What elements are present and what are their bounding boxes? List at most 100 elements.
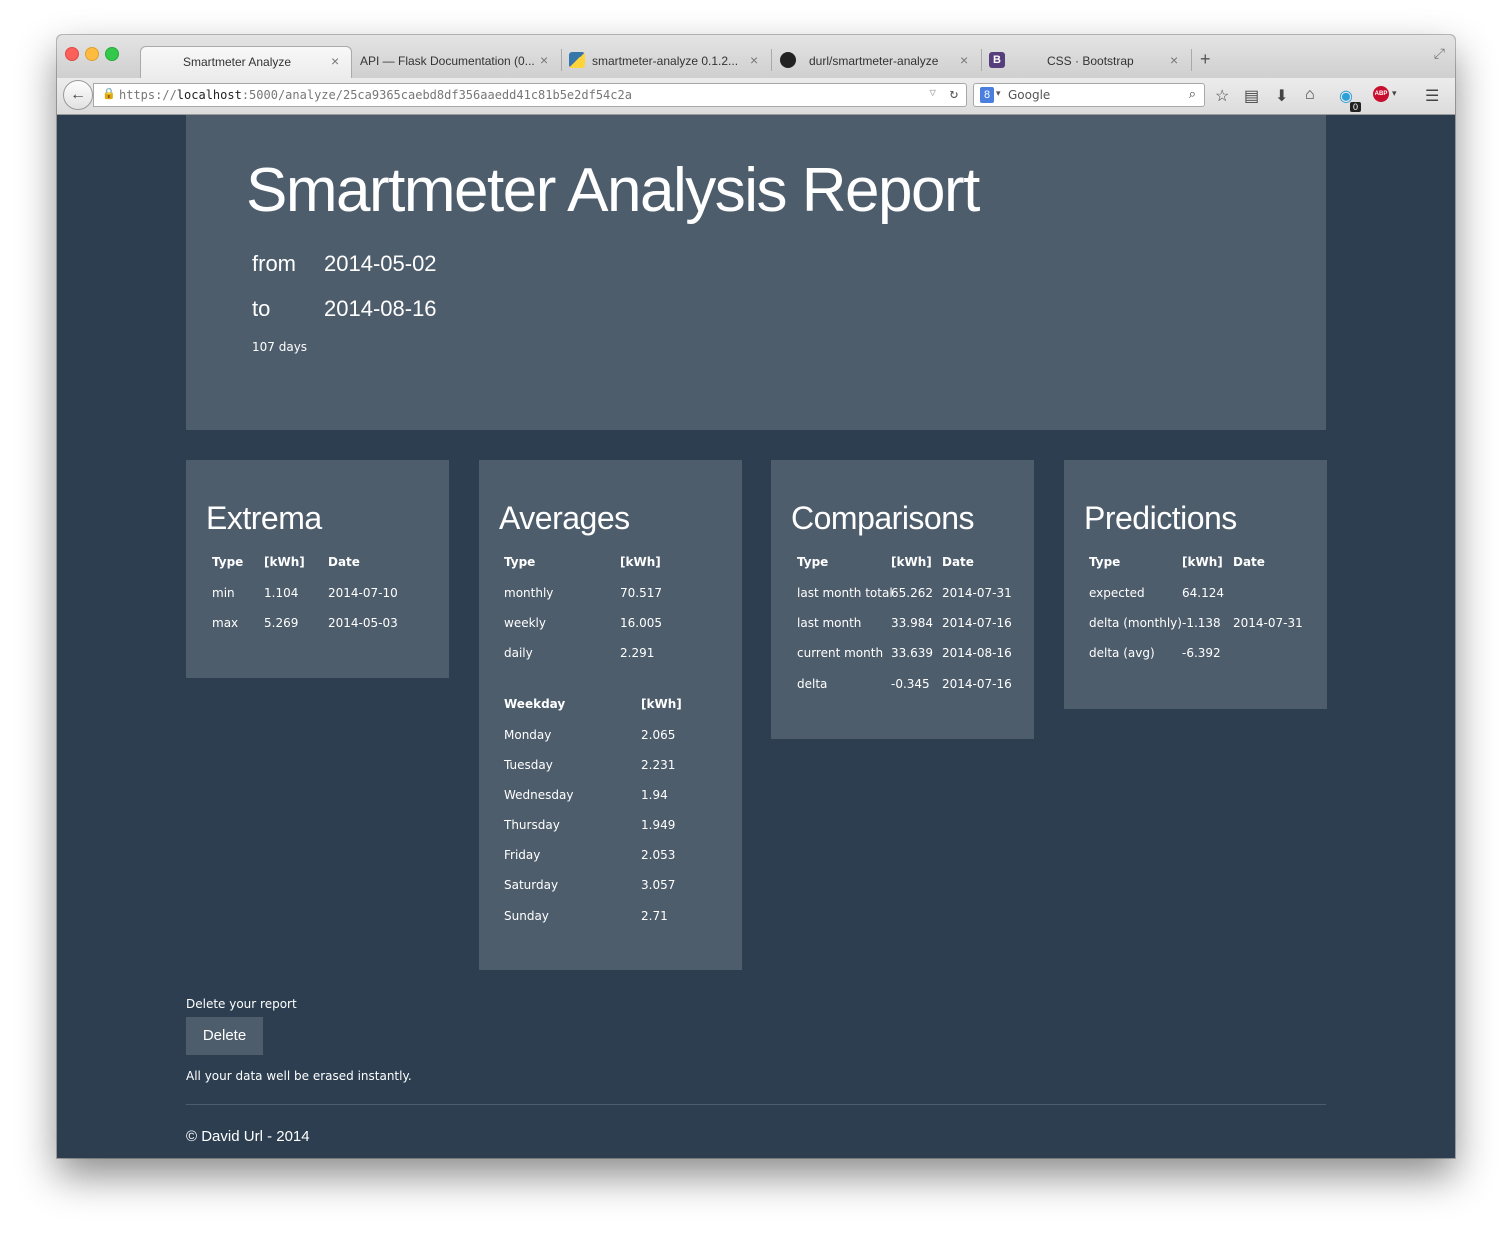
from-date: 2014-05-02	[324, 251, 437, 276]
table-header: Type	[504, 555, 536, 569]
table-cell: max	[212, 616, 239, 630]
tab-bootstrap[interactable]: B CSS · Bootstrap ×	[987, 46, 1187, 78]
table-cell: 64.124	[1182, 586, 1224, 600]
extrema-panel: Extrema Type [kWh] Date min 1.104 2014-0…	[186, 460, 449, 678]
tab-label: API — Flask Documentation (0...	[360, 54, 535, 68]
close-icon[interactable]: ×	[540, 52, 548, 68]
footer-copyright: © David Url - 2014	[186, 1128, 310, 1145]
tab-label: durl/smartmeter-analyze	[809, 54, 939, 68]
page-content: Smartmeter Analysis Report from 2014-05-…	[57, 115, 1455, 1158]
table-header: [kWh]	[620, 555, 661, 569]
tab-pypi[interactable]: smartmeter-analyze 0.1.2... ×	[567, 46, 767, 78]
table-header: Date	[1233, 555, 1265, 569]
table-cell: Tuesday	[504, 758, 553, 772]
tab-label: Smartmeter Analyze	[183, 55, 292, 69]
tab-separator	[1191, 49, 1192, 71]
table-cell: -0.345	[891, 677, 930, 691]
to-label: to	[252, 296, 271, 321]
fullscreen-icon[interactable]: ⤢	[1434, 45, 1445, 62]
url-path: :5000/analyze/25ca9365caebd8df356aaedd41…	[241, 88, 632, 102]
table-cell: Monday	[504, 728, 552, 742]
close-window-button[interactable]	[65, 47, 79, 61]
reload-icon[interactable]: ↻	[950, 86, 958, 102]
averages-panel: Averages Type [kWh] monthly 70.517 weekl…	[479, 460, 742, 970]
zoom-window-button[interactable]	[105, 47, 119, 61]
tab-smartmeter-analyze[interactable]: Smartmeter Analyze ×	[140, 46, 352, 78]
back-arrow-icon[interactable]: ←	[63, 80, 93, 110]
table-cell: Thursday	[504, 818, 560, 832]
search-bar[interactable]: 8 ▾ Google ⌕	[973, 83, 1205, 107]
url-scheme: https://	[119, 88, 177, 102]
table-header: Type	[212, 555, 244, 569]
google-search-icon[interactable]: 8	[980, 87, 994, 103]
table-cell: 2.291	[620, 646, 655, 660]
tab-github[interactable]: durl/smartmeter-analyze ×	[777, 46, 977, 78]
tab-strip: Smartmeter Analyze × API — Flask Documen…	[57, 35, 1455, 78]
table-cell: 3.057	[641, 878, 676, 892]
table-cell: 2014-07-31	[942, 586, 1012, 600]
new-tab-button[interactable]: +	[1200, 49, 1211, 70]
adblock-dropdown-icon[interactable]: ▾	[1392, 88, 1397, 99]
page-title: Smartmeter Analysis Report	[246, 156, 980, 225]
tab-flask-docs[interactable]: API — Flask Documentation (0... ×	[357, 46, 557, 78]
report-header: Smartmeter Analysis Report from 2014-05-…	[186, 115, 1326, 430]
table-cell: expected	[1089, 586, 1145, 600]
close-icon[interactable]: ×	[1170, 52, 1178, 68]
github-icon	[780, 52, 796, 68]
menu-icon[interactable]: ☰	[1425, 86, 1439, 106]
home-icon[interactable]: ⌂	[1305, 86, 1315, 104]
reading-list-icon[interactable]: ▤	[1244, 86, 1259, 106]
table-cell: 1.104	[264, 586, 299, 600]
table-header: Date	[942, 555, 974, 569]
tab-separator	[981, 49, 982, 71]
search-engine-label: Google	[1008, 88, 1051, 102]
table-cell: Wednesday	[504, 788, 574, 802]
table-cell: delta (avg)	[1089, 646, 1155, 660]
extrema-title: Extrema	[206, 500, 322, 536]
tab-separator	[771, 49, 772, 71]
table-header: [kWh]	[641, 697, 682, 711]
table-cell: 65.262	[891, 586, 933, 600]
table-cell: daily	[504, 646, 533, 660]
adblock-icon[interactable]: ABP	[1373, 86, 1389, 102]
navigation-bar: ← 🔒 https://localhost:5000/analyze/25ca9…	[57, 78, 1455, 115]
table-cell: 2014-07-31	[1233, 616, 1303, 630]
close-icon[interactable]: ×	[750, 52, 758, 68]
table-cell: 5.269	[264, 616, 299, 630]
tab-label: smartmeter-analyze 0.1.2...	[592, 54, 739, 68]
footer-divider	[186, 1104, 1326, 1105]
download-icon[interactable]: ⬇	[1275, 86, 1288, 106]
table-cell: 2.053	[641, 848, 676, 862]
table-header: [kWh]	[891, 555, 932, 569]
table-cell: 2014-07-16	[942, 677, 1012, 691]
table-cell: 33.639	[891, 646, 933, 660]
url-host: localhost	[176, 88, 242, 102]
table-cell: min	[212, 586, 235, 600]
table-cell: 1.949	[641, 818, 676, 832]
close-icon[interactable]: ×	[331, 53, 339, 69]
days-count: 107 days	[252, 340, 308, 354]
lock-icon: 🔒	[102, 87, 116, 100]
engine-dropdown-icon[interactable]: ▾	[996, 88, 1001, 99]
table-cell: last month total	[797, 586, 893, 600]
predictions-title: Predictions	[1084, 500, 1237, 536]
url-text: https://localhost:5000/analyze/25ca9365c…	[119, 88, 632, 102]
predictions-panel: Predictions Type [kWh] Date expected 64.…	[1064, 460, 1327, 709]
delete-button[interactable]: Delete	[186, 1017, 263, 1055]
address-bar[interactable]: 🔒 https://localhost:5000/analyze/25ca936…	[93, 83, 967, 107]
search-icon[interactable]: ⌕	[1189, 86, 1196, 102]
table-cell: last month	[797, 616, 862, 630]
dropdown-arrow-icon[interactable]: ▽	[929, 86, 936, 99]
table-header: Type	[1089, 555, 1121, 569]
averages-title: Averages	[499, 500, 630, 536]
table-header: Date	[328, 555, 360, 569]
table-cell: 33.984	[891, 616, 933, 630]
bookmark-star-icon[interactable]: ☆	[1215, 86, 1229, 106]
delete-note: All your data well be erased instantly.	[186, 1069, 412, 1083]
table-cell: delta (monthly)	[1089, 616, 1182, 630]
table-cell: monthly	[504, 586, 554, 600]
table-cell: 1.94	[641, 788, 668, 802]
minimize-window-button[interactable]	[85, 47, 99, 61]
close-icon[interactable]: ×	[960, 52, 968, 68]
browser-window: Smartmeter Analyze × API — Flask Documen…	[57, 35, 1455, 1158]
